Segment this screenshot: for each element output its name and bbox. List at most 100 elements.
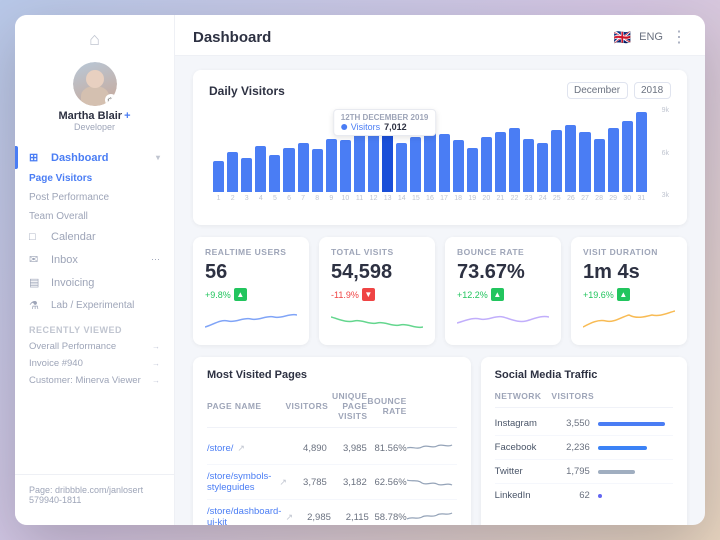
bar-item: 20 [481, 137, 492, 202]
table-row: /store/ ↗ 4,890 3,985 81.56% [207, 432, 457, 465]
menu-dots-icon[interactable]: ⋮ [671, 27, 687, 47]
bar-item: 10 [340, 140, 351, 202]
dots-icon: ⋯ [151, 254, 160, 265]
table-row: /store/dashboard-ui-kit ↗ 2,985 2,115 58… [207, 500, 457, 525]
social-row: Instagram 3,550 [495, 412, 673, 436]
social-row: LinkedIn 62 [495, 484, 673, 507]
mini-chart [583, 309, 675, 337]
recently-viewed-label: RECENTLY VIEWED [15, 317, 174, 338]
bar-item: 1 [213, 161, 224, 202]
stat-change: +12.2% ▲ [457, 288, 549, 301]
bar-item: 8 [312, 149, 323, 202]
daily-visitors-card: Daily Visitors December 2018 9k 6k [193, 70, 687, 225]
bar-item: 2 [227, 152, 238, 202]
month-select[interactable]: December [567, 82, 628, 99]
stat-label: REALTIME USERS [205, 247, 297, 257]
stat-change: +19.6% ▲ [583, 288, 675, 301]
pages-table-header: PAGE NAME VISITORS UNIQUE PAGE VISITS BO… [207, 391, 457, 428]
bar-item: 21 [495, 132, 506, 202]
stat-change: -11.9% ▼ [331, 288, 423, 301]
sidebar-home[interactable]: ⌂ [15, 29, 174, 50]
stat-card-bounce-rate: BOUNCE RATE 73.67% +12.2% ▲ [445, 237, 561, 345]
content-area: Daily Visitors December 2018 9k 6k [175, 56, 705, 525]
home-icon: ⌂ [89, 29, 100, 50]
bar-item: 27 [579, 132, 590, 202]
sidebar-item-post-performance[interactable]: Post Performance [15, 188, 174, 207]
bar-item: 26 [565, 125, 576, 202]
external-link-icon[interactable]: ↗ [285, 512, 293, 523]
recently-overall[interactable]: Overall Performance → [15, 338, 174, 355]
stat-card-realtime-users: REALTIME USERS 56 +9.8% ▲ [193, 237, 309, 345]
social-visitors: 2,236 [555, 442, 590, 453]
sidebar-item-calendar[interactable]: □ Calendar [15, 226, 174, 248]
social-network: Instagram [495, 418, 555, 429]
invoice-icon: ▤ [29, 276, 45, 289]
settings-icon[interactable]: ⚙ [105, 94, 117, 106]
mini-chart [205, 309, 297, 337]
bar-item: 7 [298, 143, 309, 202]
sidebar-footer: Page: dribbble.com/janlosert 579940-1811 [15, 474, 174, 511]
stat-value: 1m 4s [583, 261, 675, 284]
external-link-icon[interactable]: ↗ [237, 443, 245, 454]
stat-card-visit-duration: VISIT DURATION 1m 4s +19.6% ▲ [571, 237, 687, 345]
stat-label: BOUNCE RATE [457, 247, 549, 257]
sidebar-item-team-overall[interactable]: Team Overall [15, 207, 174, 226]
stat-change: +9.8% ▲ [205, 288, 297, 301]
main-area: Dashboard 🇬🇧 ENG ⋮ Daily Visitors Decemb… [175, 15, 705, 525]
language-label[interactable]: ENG [639, 31, 663, 43]
bar-item: 9 [326, 139, 337, 202]
bar-item: 28 [594, 139, 605, 202]
visitors-title: Daily Visitors [209, 84, 285, 98]
social-network: Facebook [495, 442, 555, 453]
footer-url: Page: dribbble.com/janlosert [29, 485, 160, 495]
social-visitors: 1,795 [555, 466, 590, 477]
social-bar [590, 470, 673, 474]
bar-item: 15 [410, 137, 421, 202]
pages-card: Most Visited Pages PAGE NAME VISITORS UN… [193, 357, 471, 525]
sidebar-item-dashboard[interactable]: ⊞ Dashboard ▾ [15, 146, 174, 169]
bar-item: 17 [439, 134, 450, 202]
sidebar-item-page-visitors[interactable]: Page Visitors [15, 169, 174, 188]
year-select[interactable]: 2018 [634, 82, 671, 99]
down-icon: ▼ [362, 288, 375, 301]
sidebar-item-inbox[interactable]: ✉ Inbox ⋯ [15, 248, 174, 271]
recently-customer[interactable]: Customer: Minerva Viewer → [15, 372, 174, 389]
bar-item: 13 [382, 132, 393, 202]
inbox-icon: ✉ [29, 253, 45, 266]
social-row: Facebook 2,236 [495, 436, 673, 460]
bar-item: 23 [523, 139, 534, 202]
profile-name: Martha Blair + [58, 110, 130, 122]
external-link-icon[interactable]: ↗ [279, 477, 287, 488]
stat-card-total-visits: TOTAL VISITS 54,598 -11.9% ▼ [319, 237, 435, 345]
row-unique: 3,985 [327, 443, 367, 454]
row-visitors: 2,985 [293, 512, 331, 523]
row-name: /store/symbols-styleguides ↗ [207, 471, 287, 493]
sidebar-item-invoicing[interactable]: ▤ Invoicing [15, 271, 174, 294]
row-bounce: 81.56% [367, 443, 407, 454]
sidebar: ⌂ ⚙ Martha Blair + Developer ⊞ Dashboard… [15, 15, 175, 525]
bar-item: 16 [424, 130, 435, 202]
bar-item: 4 [255, 146, 266, 202]
bar-item: 30 [622, 121, 633, 202]
bar-item: 22 [509, 128, 520, 202]
social-visitors: 62 [555, 490, 590, 501]
bar-item: 31 [636, 112, 647, 202]
avatar: ⚙ [73, 62, 117, 106]
row-name: /store/ ↗ [207, 443, 287, 454]
row-sparkline [407, 472, 457, 492]
social-visitors: 3,550 [555, 418, 590, 429]
social-title: Social Media Traffic [495, 369, 673, 381]
up-icon: ▲ [491, 288, 504, 301]
arrow-icon: → [152, 359, 160, 368]
stat-label: TOTAL VISITS [331, 247, 423, 257]
social-row: Twitter 1,795 [495, 460, 673, 484]
sidebar-item-lab[interactable]: ⚗ Lab / Experimental [15, 294, 174, 317]
stat-value: 54,598 [331, 261, 423, 284]
up-icon: ▲ [234, 288, 247, 301]
app-container: ⌂ ⚙ Martha Blair + Developer ⊞ Dashboard… [15, 15, 705, 525]
recently-invoice[interactable]: Invoice #940 → [15, 355, 174, 372]
row-bounce: 58.78% [369, 512, 407, 523]
arrow-icon: → [152, 342, 160, 351]
row-visitors: 4,890 [287, 443, 327, 454]
date-selects: December 2018 [567, 82, 671, 99]
